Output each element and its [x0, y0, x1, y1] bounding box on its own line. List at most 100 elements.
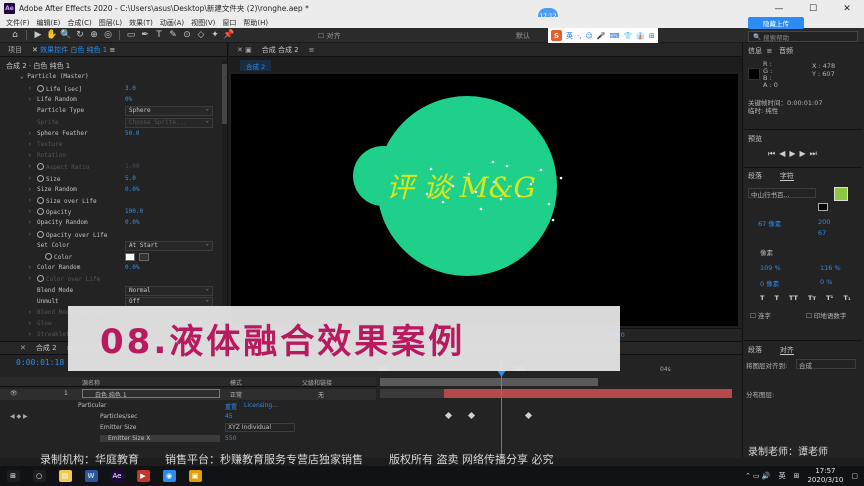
expand-chevron-icon[interactable]: › — [28, 264, 32, 271]
cloud-upload-button[interactable]: 隐藏上传 — [748, 17, 804, 29]
media-icon[interactable]: ▶ — [130, 466, 156, 486]
font-select[interactable]: 中山行书百... — [748, 188, 816, 199]
search-icon[interactable]: ○ — [26, 466, 52, 486]
expand-chevron-icon[interactable]: › — [28, 152, 32, 159]
leading-value[interactable]: 67 — [818, 229, 826, 237]
browser-icon[interactable]: ◉ — [156, 466, 182, 486]
expand-chevron-icon[interactable]: › — [28, 163, 32, 170]
property-dropdown[interactable]: At Start — [125, 240, 213, 251]
ime-item-6[interactable]: 👕 — [624, 32, 633, 40]
close-button[interactable]: ✕ — [830, 0, 864, 17]
ime-item-1[interactable]: 英 — [566, 31, 573, 41]
clone-icon[interactable]: ⊙ — [180, 30, 194, 40]
property-row[interactable]: › Texture — [0, 140, 222, 151]
rect-icon[interactable]: ▭ — [124, 30, 138, 40]
property-row[interactable]: › Color over Life — [0, 274, 222, 285]
expand-chevron-icon[interactable]: › — [28, 197, 32, 204]
expand-chevron-icon[interactable]: › — [28, 231, 32, 238]
start-icon[interactable]: ⊞ — [0, 466, 26, 486]
property-row[interactable]: › Sphere Feather 50.0 — [0, 129, 222, 140]
property-row[interactable]: Blend Mode Normal — [0, 285, 222, 297]
clock[interactable]: 17:57 2020/3/10 — [807, 467, 843, 485]
tray-icons[interactable]: ⌃ ▭ 🔊 — [745, 472, 771, 480]
brush-icon[interactable]: ✎ — [166, 30, 180, 40]
property-row[interactable]: ◀ ◆ ▶ Particles/sec 45 — [0, 412, 376, 423]
text-style-button-2[interactable]: TT — [789, 294, 798, 302]
expand-chevron-icon[interactable]: › — [28, 320, 32, 327]
expand-chevron-icon[interactable]: › — [28, 186, 32, 193]
property-row[interactable]: › Opacity over Life — [0, 230, 222, 241]
col-source-name[interactable]: 源名称 — [82, 378, 100, 387]
zoom-icon[interactable]: 🔍 — [59, 30, 73, 40]
layer-row[interactable]: 👁 1 白色 纯色 1 正常 无 — [0, 389, 376, 400]
property-row[interactable]: › Life [sec] 3.0 — [0, 84, 222, 95]
stopwatch-icon[interactable] — [37, 230, 44, 238]
tab-character[interactable]: 字符 — [779, 172, 794, 181]
eraser-icon[interactable]: ◇ — [194, 30, 208, 40]
property-row[interactable]: › Opacity Random 0.0% — [0, 218, 222, 229]
effect-row[interactable]: Particular 重置 Licensing... — [0, 401, 376, 412]
prop-particles-sec-value[interactable]: 45 — [225, 413, 233, 420]
ae-icon[interactable]: Ae — [104, 466, 130, 486]
puppet-icon[interactable]: 📌 — [222, 30, 236, 40]
home-icon[interactable]: ⌂ — [8, 30, 22, 40]
text-style-button-1[interactable]: T — [774, 294, 778, 302]
ime-item-8[interactable]: ⊞ — [649, 32, 655, 40]
effect-reset[interactable]: 重置 — [225, 402, 237, 411]
comp-canvas[interactable]: 评 谈 M&G — [231, 74, 738, 326]
layer-duration-bar[interactable] — [444, 389, 732, 398]
text-style-button-4[interactable]: T¹ — [826, 294, 833, 302]
property-dropdown[interactable]: Choose Sprite... — [125, 117, 213, 128]
workspace-default[interactable]: 默认 — [516, 31, 530, 41]
work-area-bar[interactable] — [380, 378, 598, 386]
tab-comp-2[interactable]: 合成 2 — [36, 343, 57, 353]
stopwatch-icon[interactable] — [37, 197, 44, 204]
property-value[interactable]: 0.0% — [125, 219, 139, 226]
stopwatch-icon[interactable] — [45, 253, 52, 260]
menu-item-0[interactable]: 文件(F) — [6, 18, 30, 28]
tab-composition[interactable]: 合成 合成 2 — [262, 45, 299, 55]
property-value[interactable]: 100.0 — [125, 208, 143, 215]
layer-parent[interactable]: 无 — [318, 390, 324, 399]
property-row[interactable]: › Life Random 0% — [0, 95, 222, 106]
menu-item-1[interactable]: 编辑(E) — [37, 18, 61, 28]
menu-item-3[interactable]: 图层(L) — [99, 18, 122, 28]
prop-emitter-size-x-value[interactable]: 550 — [225, 435, 236, 442]
expand-chevron-icon[interactable]: › — [28, 175, 32, 182]
section-particle-master[interactable]: ⌄ Particle (Master) — [20, 73, 89, 80]
folder-icon[interactable]: ▣ — [182, 466, 208, 486]
property-row[interactable]: Color — [0, 252, 222, 263]
preview-controls[interactable]: ⏮◀▶▶⏭ — [768, 149, 821, 159]
ime-lang[interactable]: 英 — [779, 471, 786, 481]
visibility-icon[interactable]: 👁 — [10, 390, 18, 397]
close-icon[interactable]: ✕ ▣ — [237, 46, 252, 54]
pen-icon[interactable]: ✒ — [138, 30, 152, 40]
stopwatch-icon[interactable] — [37, 275, 44, 283]
maximize-button[interactable]: ☐ — [796, 0, 830, 17]
ime-grid-icon[interactable]: ⊞ — [794, 472, 800, 480]
expand-chevron-icon[interactable]: › — [28, 219, 32, 226]
color-swatch[interactable] — [125, 253, 135, 261]
close-icon[interactable]: ✕ — [20, 344, 26, 352]
roto-icon[interactable]: ✦ — [208, 30, 222, 40]
property-value[interactable]: 3.0 — [125, 85, 136, 92]
vertical-scale-value[interactable]: 109 % — [760, 264, 781, 272]
property-value[interactable]: 0.0% — [125, 186, 139, 193]
horizontal-scale-value[interactable]: 116 % — [820, 264, 841, 272]
text-style-button-0[interactable]: T — [760, 294, 764, 302]
baseline-value[interactable]: 0 像素 — [760, 278, 779, 288]
menu-item-5[interactable]: 动画(A) — [160, 18, 184, 28]
selection-icon[interactable]: ▶ — [31, 30, 45, 40]
text-style-button-3[interactable]: Tт — [808, 294, 816, 302]
layer-mode[interactable]: 正常 — [230, 390, 242, 399]
explorer-icon[interactable]: ▤ — [52, 466, 78, 486]
text-style-button-5[interactable]: T₁ — [843, 294, 850, 302]
tab-paragraph[interactable]: 段落 — [748, 172, 762, 180]
layer-name[interactable]: 白色 纯色 1 — [82, 389, 220, 399]
ime-item-0[interactable]: S — [551, 30, 562, 41]
property-value[interactable]: 0.0% — [125, 264, 139, 271]
property-dropdown[interactable]: Normal — [125, 285, 213, 296]
tab-audio[interactable]: 音频 — [779, 47, 793, 55]
property-value[interactable]: 0% — [125, 96, 132, 103]
hand-icon[interactable]: ✋ — [45, 30, 59, 40]
